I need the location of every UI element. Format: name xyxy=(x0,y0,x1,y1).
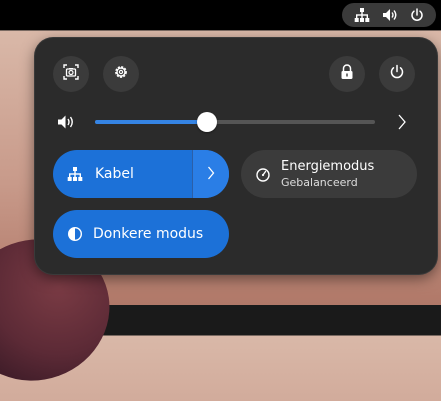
power-icon xyxy=(410,8,424,22)
dark-mode-label: Donkere modus xyxy=(93,226,204,242)
power-icon xyxy=(389,64,405,84)
power-mode-toggle[interactable]: Energiemodus Gebalanceerd xyxy=(241,150,417,198)
power-mode-label: Energiemodus xyxy=(281,159,375,174)
volume-slider-row xyxy=(57,110,417,134)
speedometer-icon xyxy=(255,166,271,182)
power-mode-text: Energiemodus Gebalanceerd xyxy=(281,159,374,189)
lock-button[interactable] xyxy=(329,56,365,92)
network-wired-icon xyxy=(67,167,83,181)
gear-icon xyxy=(113,64,129,84)
wired-network-label: Kabel xyxy=(95,166,134,182)
power-button[interactable] xyxy=(379,56,415,92)
dark-mode-toggle[interactable]: Donkere modus xyxy=(53,210,229,258)
screenshot-button[interactable] xyxy=(53,56,89,92)
volume-slider[interactable] xyxy=(95,112,375,132)
screenshot-icon xyxy=(63,64,79,84)
volume-icon xyxy=(382,8,398,22)
settings-button[interactable] xyxy=(103,56,139,92)
chevron-right-icon xyxy=(207,165,215,184)
wired-network-toggle[interactable]: Kabel xyxy=(53,150,229,198)
system-status-indicator[interactable] xyxy=(342,3,436,27)
wired-network-expand-button[interactable] xyxy=(192,150,229,198)
dark-mode-icon xyxy=(67,226,83,242)
volume-slider-fill xyxy=(95,120,207,124)
volume-slider-knob[interactable] xyxy=(197,112,217,132)
volume-icon xyxy=(57,114,75,134)
chevron-right-icon[interactable] xyxy=(397,114,407,134)
power-mode-sublabel: Gebalanceerd xyxy=(281,176,358,189)
top-bar xyxy=(0,0,441,30)
quick-settings-panel: Kabel Energiemodus Gebalanceerd Donkere … xyxy=(35,38,437,274)
network-wired-icon xyxy=(354,8,370,22)
lock-icon xyxy=(340,64,354,84)
